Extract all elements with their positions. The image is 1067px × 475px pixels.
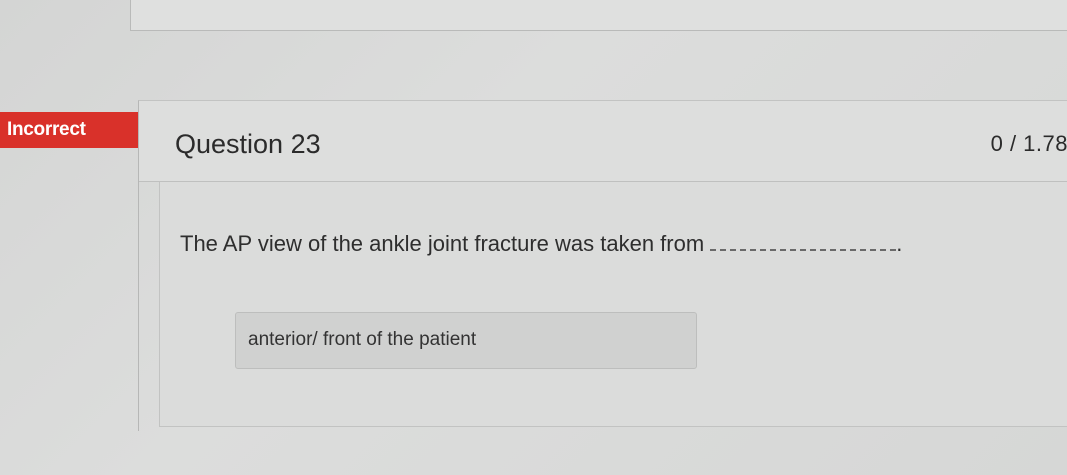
question-prompt-text: The AP view of the ankle joint fracture …	[180, 231, 705, 256]
answer-field[interactable]: anterior/ front of the patient	[235, 312, 697, 369]
question-header: Question 23 0 / 1.78	[139, 101, 1067, 182]
question-title: Question 23	[175, 129, 321, 159]
question-body: The AP view of the ankle joint fracture …	[159, 182, 1067, 427]
status-badge-label: Incorrect	[7, 119, 86, 140]
answer-blank	[710, 249, 897, 251]
previous-question-card	[130, 0, 1067, 31]
answer-value: anterior/ front of the patient	[248, 329, 477, 350]
question-card: Question 23 0 / 1.78 The AP view of the …	[138, 100, 1067, 431]
question-score: 0 / 1.78	[990, 131, 1067, 156]
question-prompt: The AP view of the ankle joint fracture …	[180, 231, 902, 257]
question-end-punctuation: .	[896, 231, 903, 256]
